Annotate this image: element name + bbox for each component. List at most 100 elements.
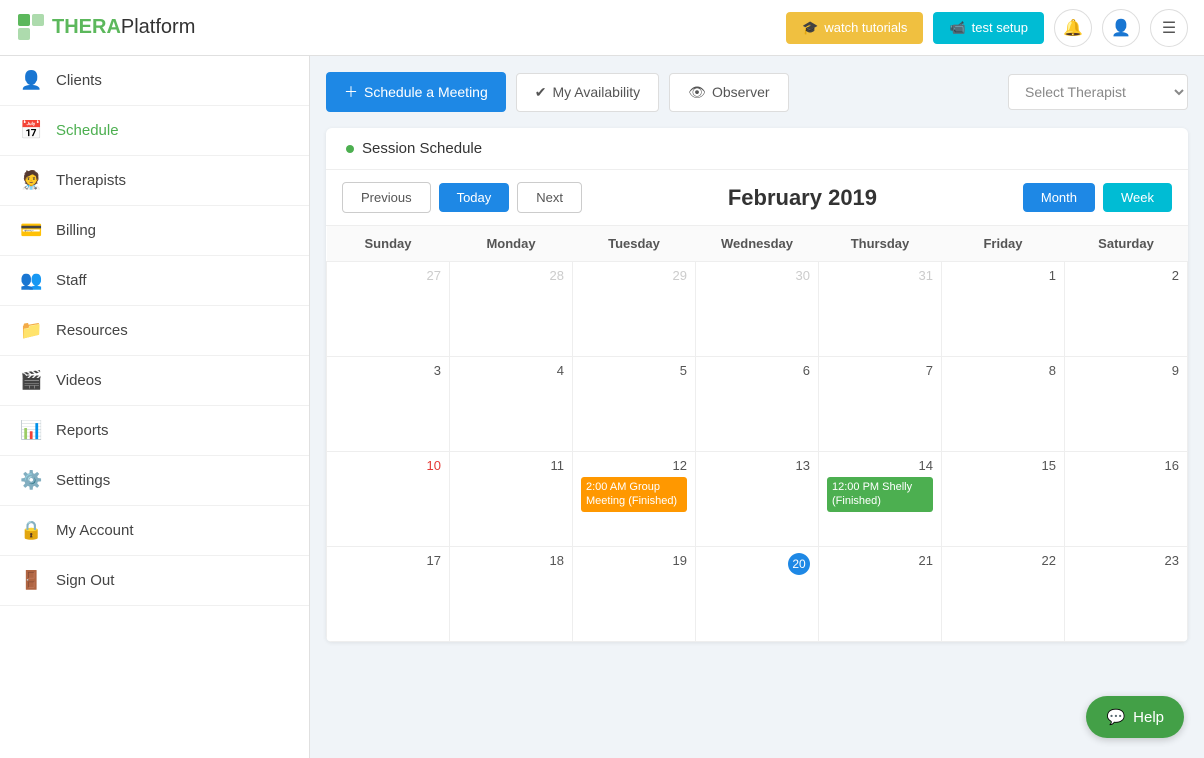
calendar-cell[interactable]: 10 bbox=[327, 452, 450, 547]
reports-icon: 📊 bbox=[20, 420, 42, 441]
bell-icon: 🔔 bbox=[1063, 18, 1083, 38]
navbar: THERAPlatform 🎓 watch tutorials 📹 test s… bbox=[0, 0, 1204, 56]
col-tuesday: Tuesday bbox=[573, 226, 696, 262]
calendar-cell[interactable]: 8 bbox=[942, 357, 1065, 452]
calendar-cell[interactable]: 14 12:00 PM Shelly (Finished) bbox=[819, 452, 942, 547]
calendar-cell[interactable]: 13 bbox=[696, 452, 819, 547]
calendar-cell[interactable]: 18 bbox=[450, 547, 573, 642]
calendar-cell[interactable]: 17 bbox=[327, 547, 450, 642]
col-saturday: Saturday bbox=[1065, 226, 1188, 262]
day-number: 27 bbox=[335, 268, 441, 283]
day-number: 10 bbox=[335, 458, 441, 473]
calendar-cell[interactable]: 22 bbox=[942, 547, 1065, 642]
calendar-cell[interactable]: 6 bbox=[696, 357, 819, 452]
menu-button[interactable]: ☰ bbox=[1150, 9, 1188, 47]
calendar-cell[interactable]: 19 bbox=[573, 547, 696, 642]
month-button[interactable]: Month bbox=[1023, 183, 1095, 212]
sidebar-item-settings[interactable]: ⚙️ Settings bbox=[0, 456, 309, 506]
day-number: 14 bbox=[827, 458, 933, 473]
select-therapist-dropdown[interactable]: Select Therapist bbox=[1008, 74, 1188, 110]
calendar-cell[interactable]: 31 bbox=[819, 262, 942, 357]
plus-icon: ＋ bbox=[344, 82, 358, 102]
action-bar: ＋ Schedule a Meeting ✔ My Availability 👁… bbox=[326, 72, 1188, 112]
user-button[interactable]: 👤 bbox=[1102, 9, 1140, 47]
calendar-cell[interactable]: 3 bbox=[327, 357, 450, 452]
calendar-cell[interactable]: 7 bbox=[819, 357, 942, 452]
sidebar-item-billing[interactable]: 💳 Billing bbox=[0, 206, 309, 256]
today-button[interactable]: Today bbox=[439, 183, 510, 212]
schedule-meeting-label: Schedule a Meeting bbox=[364, 84, 488, 100]
help-button[interactable]: 💬 Help bbox=[1086, 696, 1184, 738]
sidebar-item-sign-out[interactable]: 🚪 Sign Out bbox=[0, 556, 309, 606]
day-number: 20 bbox=[788, 553, 810, 575]
watch-tutorials-button[interactable]: 🎓 watch tutorials bbox=[786, 12, 923, 44]
sidebar-staff-label: Staff bbox=[56, 272, 87, 289]
calendar-cell[interactable]: 1 bbox=[942, 262, 1065, 357]
sidebar-item-reports[interactable]: 📊 Reports bbox=[0, 406, 309, 456]
user-icon: 👤 bbox=[1111, 18, 1131, 38]
sidebar-item-schedule[interactable]: 📅 Schedule bbox=[0, 106, 309, 156]
day-number: 31 bbox=[827, 268, 933, 283]
calendar-cell[interactable]: 21 bbox=[819, 547, 942, 642]
sidebar-reports-label: Reports bbox=[56, 422, 109, 439]
tutorials-icon: 🎓 bbox=[802, 20, 818, 36]
observer-button[interactable]: 👁 Observer bbox=[669, 73, 788, 112]
sidebar-item-staff[interactable]: 👥 Staff bbox=[0, 256, 309, 306]
calendar-cell[interactable]: 27 bbox=[327, 262, 450, 357]
calendar-cell[interactable]: 28 bbox=[450, 262, 573, 357]
sidebar-item-resources[interactable]: 📁 Resources bbox=[0, 306, 309, 356]
test-setup-button[interactable]: 📹 test setup bbox=[933, 12, 1044, 44]
sidebar-item-therapists[interactable]: 🧑‍⚕️ Therapists bbox=[0, 156, 309, 206]
day-number: 17 bbox=[335, 553, 441, 568]
notifications-button[interactable]: 🔔 bbox=[1054, 9, 1092, 47]
calendar-week-row: 3456789 bbox=[327, 357, 1188, 452]
sidebar-clients-label: Clients bbox=[56, 72, 102, 89]
my-availability-button[interactable]: ✔ My Availability bbox=[516, 73, 659, 112]
day-number: 9 bbox=[1073, 363, 1179, 378]
calendar-header-bar: Session Schedule bbox=[326, 128, 1188, 170]
calendar-cell[interactable]: 20 bbox=[696, 547, 819, 642]
navbar-right: 🎓 watch tutorials 📹 test setup 🔔 👤 ☰ bbox=[786, 9, 1188, 47]
day-number: 11 bbox=[458, 458, 564, 473]
day-number: 7 bbox=[827, 363, 933, 378]
day-number: 30 bbox=[704, 268, 810, 283]
calendar-title: February 2019 bbox=[590, 185, 1015, 211]
calendar-event[interactable]: 12:00 PM Shelly (Finished) bbox=[827, 477, 933, 512]
day-number: 13 bbox=[704, 458, 810, 473]
calendar-cell[interactable]: 16 bbox=[1065, 452, 1188, 547]
my-availability-label: My Availability bbox=[553, 84, 641, 100]
week-button[interactable]: Week bbox=[1103, 183, 1172, 212]
schedule-meeting-button[interactable]: ＋ Schedule a Meeting bbox=[326, 72, 506, 112]
logo-text: THERAPlatform bbox=[52, 16, 195, 39]
sidebar-item-my-account[interactable]: 🔒 My Account bbox=[0, 506, 309, 556]
calendar-week-row: 27 2829 30 31 12 bbox=[327, 262, 1188, 357]
day-number: 12 bbox=[581, 458, 687, 473]
calendar-cell[interactable]: 2 bbox=[1065, 262, 1188, 357]
next-button[interactable]: Next bbox=[517, 182, 582, 213]
calendar-cell[interactable]: 30 bbox=[696, 262, 819, 357]
calendar-cell[interactable]: 11 bbox=[450, 452, 573, 547]
calendar-cell[interactable]: 9 bbox=[1065, 357, 1188, 452]
sidebar-item-videos[interactable]: 🎬 Videos bbox=[0, 356, 309, 406]
calendar-cell[interactable]: 4 bbox=[450, 357, 573, 452]
main-content: ＋ Schedule a Meeting ✔ My Availability 👁… bbox=[310, 56, 1204, 758]
calendar-cell[interactable]: 23 bbox=[1065, 547, 1188, 642]
calendar-thead: Sunday Monday Tuesday Wednesday Thursday… bbox=[327, 226, 1188, 262]
sidebar-sign-out-label: Sign Out bbox=[56, 572, 114, 589]
calendar-cell[interactable]: 29 bbox=[573, 262, 696, 357]
day-number: 15 bbox=[950, 458, 1056, 473]
check-icon: ✔ bbox=[535, 84, 547, 101]
calendar-cell[interactable]: 15 bbox=[942, 452, 1065, 547]
observer-icon: 👁 bbox=[688, 84, 706, 101]
calendar-event[interactable]: 2:00 AM Group Meeting (Finished) bbox=[581, 477, 687, 512]
calendar-cell[interactable]: 12 2:00 AM Group Meeting (Finished) bbox=[573, 452, 696, 547]
previous-button[interactable]: Previous bbox=[342, 182, 431, 213]
session-dot bbox=[346, 145, 354, 153]
logo-icon bbox=[16, 12, 48, 44]
sidebar-item-clients[interactable]: 👤 Clients bbox=[0, 56, 309, 106]
observer-label: Observer bbox=[712, 84, 770, 100]
day-number: 18 bbox=[458, 553, 564, 568]
sidebar-billing-label: Billing bbox=[56, 222, 96, 239]
calendar-week-row: 10 11 12 2:00 AM Group Meeting (Finished) 13… bbox=[327, 452, 1188, 547]
calendar-cell[interactable]: 5 bbox=[573, 357, 696, 452]
